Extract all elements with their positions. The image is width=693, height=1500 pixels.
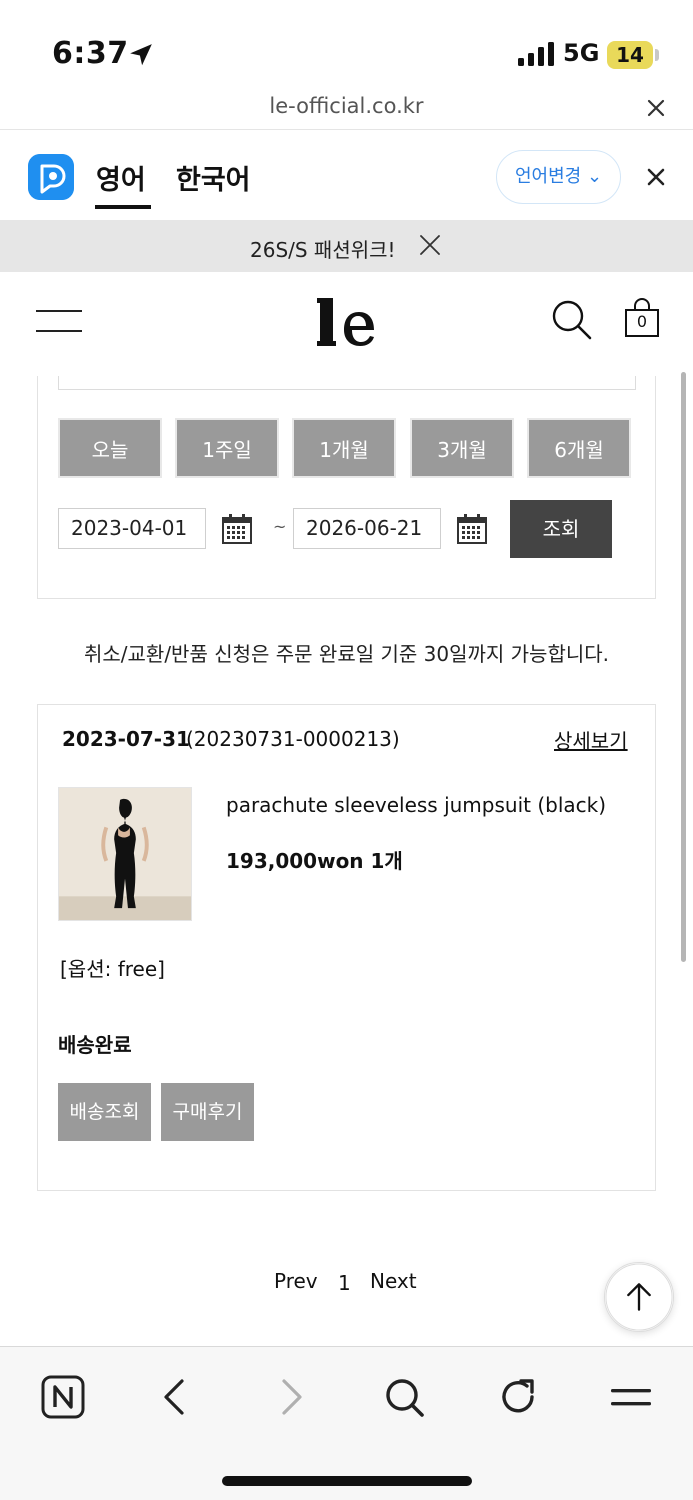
period-button-today[interactable]: 오늘 — [58, 418, 162, 478]
order-history-content: 오늘 1주일 1개월 3개월 6개월 2023-04-01 ~ 2026-06-… — [0, 376, 693, 1346]
naver-home-icon[interactable] — [39, 1373, 87, 1421]
cancellation-notice: 취소/교환/반품 신청은 주문 완료일 기준 30일까지 가능합니다. — [83, 642, 610, 666]
search-icon[interactable] — [550, 298, 592, 340]
order-detail-link[interactable]: 상세보기 — [554, 725, 628, 754]
pagination-next[interactable]: Next — [370, 1269, 417, 1293]
cart-count: 0 — [636, 312, 648, 331]
tab-source-language[interactable]: 영어 — [96, 158, 146, 197]
change-language-button[interactable]: 언어변경 ⌄ — [496, 150, 621, 204]
refresh-icon[interactable] — [494, 1373, 542, 1421]
site-header: 0 — [0, 272, 693, 376]
search-icon[interactable] — [380, 1373, 428, 1421]
track-shipping-button[interactable]: 배송조회 — [58, 1083, 151, 1141]
calendar-icon[interactable] — [456, 513, 488, 545]
page-scrollbar[interactable] — [681, 372, 686, 962]
product-price: 193,000won 1개 — [226, 849, 403, 873]
period-button-6months[interactable]: 6개월 — [527, 418, 631, 478]
shipping-status: 배송완료 — [58, 1033, 132, 1057]
period-button-1month[interactable]: 1개월 — [292, 418, 396, 478]
order-card: 2023-07-31 (20230731-0000213) 상세보기 parac… — [37, 704, 656, 1191]
translate-bar: 영어 한국어 언어변경 ⌄ — [0, 129, 693, 220]
product-option: [옵션: free] — [60, 957, 165, 981]
order-filter-box: 오늘 1주일 1개월 3개월 6개월 2023-04-01 ~ 2026-06-… — [37, 376, 656, 599]
browser-toolbar — [0, 1346, 693, 1500]
url-text[interactable]: le-official.co.kr — [0, 94, 693, 118]
location-arrow-icon — [130, 44, 152, 66]
order-status-select[interactable] — [58, 376, 636, 390]
date-to-input[interactable]: 2026-06-21 — [293, 508, 441, 549]
change-language-label: 언어변경 — [514, 166, 582, 187]
chevron-down-icon: ⌄ — [586, 166, 603, 187]
url-bar[interactable]: le-official.co.kr — [0, 88, 693, 128]
close-icon[interactable] — [640, 92, 672, 124]
order-number: (20230731-0000213) — [186, 727, 400, 751]
signal-icon — [518, 42, 554, 66]
write-review-button[interactable]: 구매후기 — [161, 1083, 254, 1141]
forward-icon[interactable] — [266, 1373, 314, 1421]
period-button-3months[interactable]: 3개월 — [410, 418, 514, 478]
network-type: 5G — [563, 39, 600, 67]
status-time: 6:37 — [52, 36, 129, 71]
menu-icon[interactable] — [607, 1373, 655, 1421]
close-banner-icon[interactable] — [418, 233, 442, 257]
date-separator: ~ — [273, 517, 287, 536]
brand-logo[interactable] — [314, 294, 380, 350]
battery-tip — [655, 49, 659, 61]
period-button-1week[interactable]: 1주일 — [175, 418, 279, 478]
scroll-to-top-icon[interactable] — [604, 1262, 674, 1332]
product-name[interactable]: parachute sleeveless jumpsuit (black) — [226, 793, 606, 817]
back-icon[interactable] — [152, 1373, 200, 1421]
active-tab-indicator — [95, 205, 151, 209]
pagination-page-1[interactable]: 1 — [338, 1271, 351, 1295]
order-date: 2023-07-31 — [62, 727, 190, 751]
papago-logo-icon — [28, 154, 74, 200]
announcement-banner[interactable]: 26S/S 패션위크! — [0, 220, 693, 272]
status-bar: 6:37 5G 14 — [0, 0, 693, 95]
tab-target-language[interactable]: 한국어 — [176, 158, 251, 197]
product-thumbnail[interactable] — [58, 787, 192, 921]
pagination-prev[interactable]: Prev — [274, 1269, 318, 1293]
home-indicator[interactable] — [222, 1476, 472, 1486]
search-orders-button[interactable]: 조회 — [510, 500, 612, 558]
calendar-icon[interactable] — [221, 513, 253, 545]
hamburger-menu-icon[interactable] — [36, 308, 82, 334]
battery-indicator: 14 — [607, 41, 653, 69]
date-from-input[interactable]: 2023-04-01 — [58, 508, 206, 549]
announcement-text[interactable]: 26S/S 패션위크! — [250, 234, 396, 263]
close-translate-icon[interactable] — [640, 161, 672, 193]
